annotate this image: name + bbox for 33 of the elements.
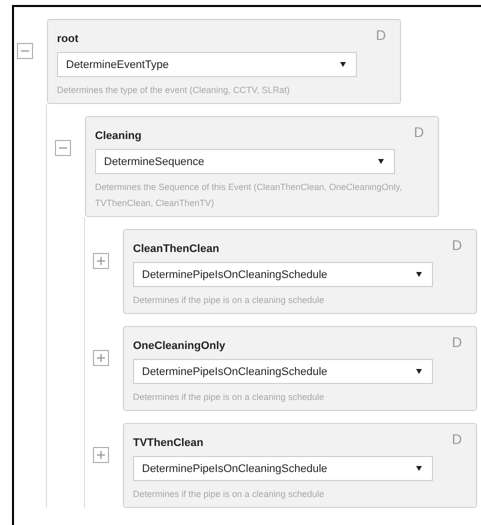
expand-toggle[interactable] — [17, 43, 33, 59]
flag-label: D — [452, 237, 462, 253]
node-description: Determines if the pipe is on a cleaning schedule — [133, 294, 326, 307]
rule-dropdown[interactable]: DeterminePipeIsOnCleaningSchedule — [133, 359, 433, 384]
rule-dropdown[interactable]: DeterminePipeIsOnCleaningSchedule — [133, 262, 433, 287]
node-title: Cleaning — [95, 129, 142, 143]
flag-label: D — [376, 27, 386, 43]
node-description: Determines if the pipe is on a cleaning schedule — [133, 391, 326, 404]
plus-icon — [96, 353, 106, 363]
rule-dropdown[interactable]: DetermineEventType — [57, 52, 357, 77]
plus-icon — [96, 256, 106, 266]
node-title: root — [57, 32, 78, 46]
node-description: Determines the Sequence of this Event (CleanThenClean, OneCleaningOnly, TVThenClean, CleanThenTV) — [95, 181, 404, 210]
flag-label: D — [452, 431, 462, 447]
flag-label: D — [452, 334, 462, 350]
caret-icon — [416, 272, 422, 277]
caret-icon — [340, 62, 346, 67]
expand-toggle[interactable] — [55, 140, 71, 156]
node-description: Determines if the pipe is on a cleaning schedule — [133, 488, 326, 501]
expand-toggle[interactable] — [93, 350, 109, 366]
flag-label: D — [414, 124, 424, 140]
caret-icon — [416, 369, 422, 374]
caret-icon — [416, 466, 422, 471]
plus-icon — [96, 450, 106, 460]
rule-dropdown[interactable]: DetermineSequence — [95, 149, 395, 174]
rule-dropdown[interactable]: DeterminePipeIsOnCleaningSchedule — [133, 456, 433, 481]
node-title: OneCleaningOnly — [133, 339, 226, 353]
node-title: CleanThenClean — [133, 242, 220, 256]
node-title: TVThenClean — [133, 436, 204, 450]
caret-icon — [378, 159, 384, 164]
expand-toggle[interactable] — [93, 447, 109, 463]
node-description: Determines the type of the event (Cleaning, CCTV, SLRat) — [57, 84, 291, 97]
expand-toggle[interactable] — [93, 253, 109, 269]
